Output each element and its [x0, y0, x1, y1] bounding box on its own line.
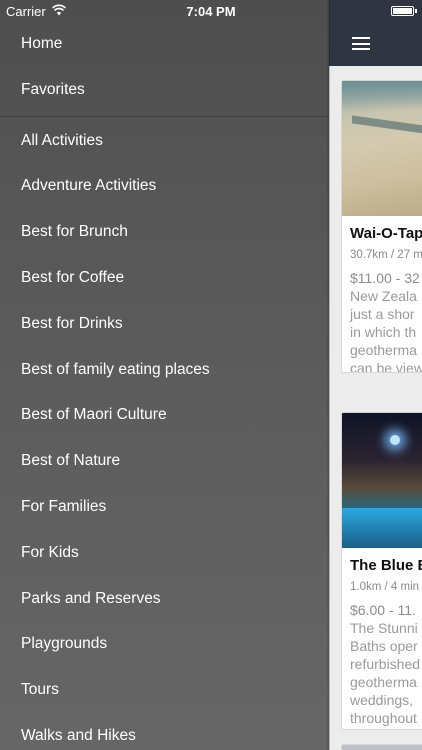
menu-item-adventure-activities[interactable]: Adventure Activities [0, 163, 329, 209]
description-line: Baths oper [350, 638, 418, 654]
activity-description: New Zeala just a shor in which th geothe… [350, 287, 422, 373]
menu-item-best-of-maori-culture[interactable]: Best of Maori Culture [0, 392, 329, 438]
menu-item-parks-and-reserves[interactable]: Parks and Reserves [0, 576, 329, 622]
side-menu: Home Favorites All Activities Adventure … [0, 0, 329, 750]
menu-item-walks-and-hikes[interactable]: Walks and Hikes [0, 713, 329, 750]
activity-card[interactable]: Wai-O-Tap 30.7km / 27 m $11.00 - 32 New … [341, 80, 422, 373]
activity-distance: 30.7km / 27 m [350, 249, 422, 261]
activity-distance: 1.0km / 4 min [350, 581, 420, 593]
menu-item-home[interactable]: Home [0, 21, 329, 67]
menu-item-best-of-nature[interactable]: Best of Nature [0, 438, 329, 484]
menu-item-best-for-coffee[interactable]: Best for Coffee [0, 255, 329, 301]
menu-item-playgrounds[interactable]: Playgrounds [0, 621, 329, 667]
battery-icon [391, 6, 417, 16]
menu-item-for-kids[interactable]: For Kids [0, 530, 329, 576]
activity-card[interactable]: The Blue B 1.0km / 4 min $6.00 - 11. The… [341, 412, 422, 730]
menu-divider [0, 116, 329, 117]
activity-photo [342, 81, 422, 216]
activity-card[interactable] [341, 744, 422, 750]
menu-item-tours[interactable]: Tours [0, 667, 329, 713]
menu-item-best-for-brunch[interactable]: Best for Brunch [0, 209, 329, 255]
description-line: in which th [350, 324, 417, 340]
menu-item-best-of-family-eating-places[interactable]: Best of family eating places [0, 347, 329, 393]
description-line: just a shor [350, 306, 415, 322]
description-line: throughout [350, 710, 417, 726]
description-line: refurbished [350, 656, 421, 672]
activity-photo [342, 413, 422, 548]
main-content: Wai-O-Tap 30.7km / 27 m $11.00 - 32 New … [329, 0, 422, 750]
menu-item-all-activities[interactable]: All Activities [0, 118, 329, 164]
description-line: The Stunni [350, 620, 418, 636]
menu-item-for-families[interactable]: For Families [0, 484, 329, 530]
description-line: weddings, [350, 692, 414, 708]
activity-photo [342, 745, 422, 750]
description-line: can be view [350, 360, 422, 373]
status-bar: Carrier 7:04 PM [0, 0, 422, 22]
menu-item-favorites[interactable]: Favorites [0, 67, 329, 113]
activity-description: The Stunni Baths oper refurbished geothe… [350, 619, 422, 727]
description-line: geotherma [350, 342, 417, 358]
activity-title: The Blue B [350, 557, 422, 574]
activity-title: Wai-O-Tap [350, 225, 422, 242]
description-line: geotherma [350, 674, 417, 690]
hamburger-menu-icon[interactable] [352, 37, 370, 50]
description-line: New Zeala [350, 288, 417, 304]
activity-price: $6.00 - 11. [350, 602, 416, 618]
clock: 7:04 PM [186, 4, 236, 19]
activity-price: $11.00 - 32 [350, 270, 420, 286]
menu-shadow [326, 0, 330, 750]
menu-item-best-for-drinks[interactable]: Best for Drinks [0, 301, 329, 347]
